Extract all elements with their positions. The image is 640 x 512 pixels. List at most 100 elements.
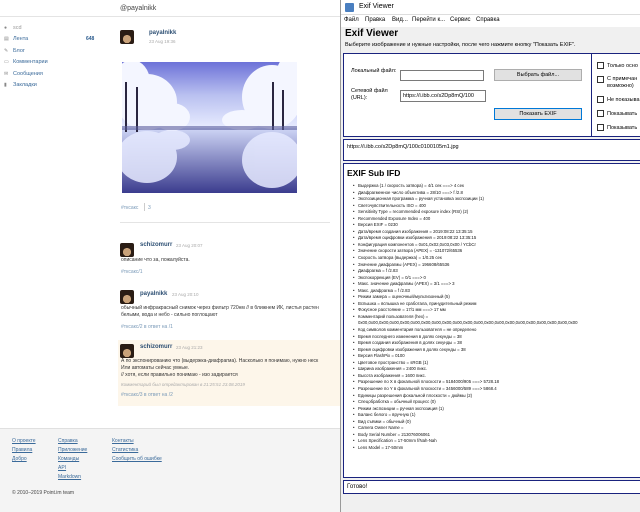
input-panel: Локальный файл: Выбрать файл... Сетевой …	[343, 53, 640, 137]
url-panel: https://i.ibb.co/s2Dp8mQ/100c0100105m1.j…	[343, 139, 640, 161]
feed-count-badge: 648	[86, 36, 95, 43]
exif-results-panel[interactable]: EXIF Sub IFD Выдержка (1 / скорость затв…	[343, 163, 640, 478]
comment-author[interactable]: payalnikk	[140, 291, 167, 297]
bookmarks-icon: ▮	[4, 82, 7, 89]
footer-link-donate[interactable]: Добро	[12, 456, 27, 462]
option-checkbox-4[interactable]: Показывать	[597, 110, 637, 117]
sidebar-item-messages[interactable]: ✉ Сообщения	[0, 68, 110, 80]
panel-divider	[591, 54, 592, 136]
post-tag[interactable]: #тксакс	[121, 205, 138, 211]
option-checkbox-1[interactable]: Только осно	[597, 62, 638, 69]
window-title: Exif Viewer	[359, 3, 394, 10]
sidebar-item-label: Лента	[13, 36, 29, 43]
comment-author[interactable]: schizomurr	[140, 344, 172, 350]
exif-viewer-window: Exif Viewer Файл Правка Вид... Перейти к…	[340, 0, 640, 512]
sidebar-item-label: Блог	[13, 47, 25, 54]
sidebar: ● scd ▤ Лента 648 ✎ Блог ▭ Комментарии ✉ Сообщ…	[0, 22, 110, 91]
menu-edit[interactable]: Правка	[365, 17, 385, 23]
option-label: Показывать	[607, 110, 638, 117]
post-image[interactable]	[122, 62, 297, 193]
title-bar[interactable]: Exif Viewer	[341, 0, 640, 15]
comment-text: Или автоматы сейчас умные.	[121, 365, 190, 371]
menu-help[interactable]: Справка	[476, 17, 500, 23]
comment-date[interactable]: 23 Aug 20:10	[172, 292, 199, 297]
section-title: EXIF Sub IFD	[347, 168, 401, 178]
menu-goto[interactable]: Перейти к...	[412, 17, 445, 23]
avatar[interactable]	[120, 243, 134, 257]
comment-text: А по экспонированию что (выдержка-диафра…	[121, 358, 319, 364]
option-checkbox-5[interactable]: Показывать	[597, 124, 637, 131]
edited-note: Комментарий был отредактирован в 21:25:5…	[121, 382, 245, 387]
divider	[144, 203, 145, 211]
browse-button[interactable]: Выбрать файл...	[494, 69, 582, 81]
divider	[120, 222, 330, 223]
comment-reply-link[interactable]: #тксакс/1	[121, 269, 143, 275]
footer-link-rules[interactable]: Правила	[12, 447, 32, 453]
blog-icon: ✎	[4, 47, 9, 54]
site-header: @payalnikk	[0, 0, 340, 17]
footer-link-report-bug[interactable]: Сообщить об ошибке	[112, 456, 162, 462]
feed-icon: ▤	[4, 36, 9, 43]
footer-link-help[interactable]: Справка	[58, 438, 78, 444]
option-checkbox-2[interactable]: С примечан возможно)	[597, 76, 640, 90]
user-icon: ●	[4, 24, 8, 31]
status-text: Готово!	[347, 484, 368, 490]
avatar[interactable]	[120, 290, 134, 304]
footer-link-contacts[interactable]: Контакты	[112, 438, 134, 444]
checkbox-icon[interactable]	[597, 96, 604, 103]
comment-text: // хотя, если правильно понимаю - изо за…	[121, 372, 238, 378]
net-file-label: Сетевой файл (URL):	[351, 88, 388, 101]
comment-author[interactable]: schizomurr	[140, 242, 172, 248]
local-file-input[interactable]	[400, 70, 484, 81]
footer-link-api[interactable]: API	[58, 465, 66, 471]
loaded-url[interactable]: https://i.ibb.co/s2Dp8mQ/100c0100105m1.j…	[347, 144, 459, 150]
option-checkbox-3[interactable]: Не показыва	[597, 96, 640, 103]
footer-link-commands[interactable]: Команды	[58, 456, 79, 462]
comment-count[interactable]: 3	[148, 205, 151, 211]
comment-date[interactable]: 23 Aug 20:07	[176, 243, 203, 248]
checkbox-icon[interactable]	[597, 62, 604, 69]
app-title: Exif Viewer	[345, 28, 399, 39]
sidebar-item-label: Сообщения	[13, 70, 43, 77]
sidebar-item-feed[interactable]: ▤ Лента 648	[0, 34, 110, 46]
header-username[interactable]: @payalnikk	[120, 5, 156, 12]
footer-link-about[interactable]: О проекте	[12, 438, 36, 444]
menu-tools[interactable]: Сервис	[450, 17, 471, 23]
footer-link-stats[interactable]: Статистика	[112, 447, 138, 453]
sidebar-item-bookmarks[interactable]: ▮ Закладки	[0, 80, 110, 92]
messages-icon: ✉	[4, 70, 9, 77]
url-input[interactable]: https://i.ibb.co/s2Dp8mQ/100	[400, 90, 486, 102]
local-file-label: Локальный файл:	[351, 68, 397, 74]
menu-file[interactable]: Файл	[344, 17, 359, 23]
show-exif-button[interactable]: Показать EXIF	[494, 108, 582, 120]
option-label: Только осно	[607, 62, 638, 69]
footer-link-markdown[interactable]: Markdown	[58, 474, 81, 480]
copyright: © 2010–2019 Point.im team	[12, 490, 75, 496]
checkbox-icon[interactable]	[597, 124, 604, 131]
sidebar-item-label: Закладки	[13, 82, 37, 89]
checkbox-icon[interactable]	[597, 76, 604, 83]
post-author[interactable]: payalnikk	[149, 30, 176, 36]
option-label: Не показыва	[607, 96, 640, 103]
site-footer: О проекте Правила Добро Справка Приложен…	[0, 428, 340, 512]
sidebar-item-comments[interactable]: ▭ Комментарии	[0, 57, 110, 69]
comment-reply-link[interactable]: #тксакс/2 в ответ на /1	[121, 324, 173, 330]
menu-view[interactable]: Вид...	[392, 17, 408, 23]
comment-reply-link[interactable]: #тксакс/3 в ответ на /2	[121, 392, 173, 398]
checkbox-icon[interactable]	[597, 110, 604, 117]
comments-icon: ▭	[4, 59, 9, 66]
exif-row: Lens Model = 17-50mm	[344, 445, 640, 452]
avatar[interactable]	[120, 344, 134, 358]
option-label: С примечан возможно)	[607, 76, 638, 89]
status-bar: Готово!	[343, 480, 640, 494]
sidebar-item-label: scd	[13, 24, 22, 31]
post-date[interactable]: 23 Aug 19:36	[149, 39, 176, 44]
avatar[interactable]	[120, 30, 134, 44]
sidebar-item-user[interactable]: ● scd	[0, 22, 110, 34]
footer-link-app[interactable]: Приложение	[58, 447, 87, 453]
comment-text: обычный инфракрасный снимок через фильтр…	[121, 305, 319, 311]
comment-date[interactable]: 23 Aug 21:23	[176, 345, 203, 350]
comment-text: описание что за, пожалуйста.	[121, 257, 190, 263]
app-icon	[345, 3, 354, 12]
sidebar-item-blog[interactable]: ✎ Блог	[0, 45, 110, 57]
